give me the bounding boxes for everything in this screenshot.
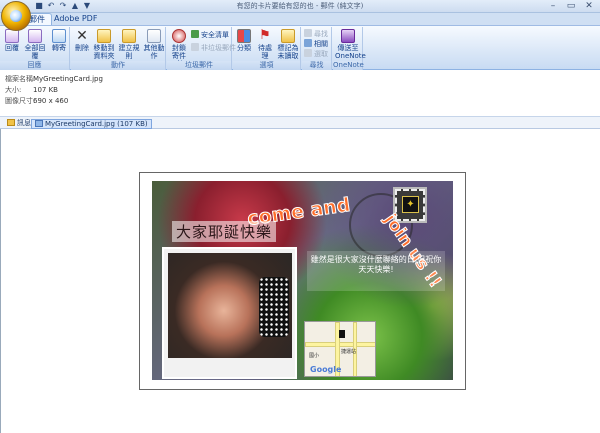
info-size: 大小: 107 KB: [5, 86, 58, 94]
find-icon: [304, 29, 312, 37]
card-message: 雖然是很大家沒什麼聯絡的日,但祝你天天快樂!: [307, 251, 445, 291]
reply-icon: [5, 29, 19, 43]
map-label: 捷運站: [341, 349, 357, 355]
create-rule-button[interactable]: 建立規則: [117, 29, 141, 60]
forward-icon: [52, 29, 66, 43]
follow-up-button[interactable]: ⚑ 待處理: [255, 28, 275, 61]
office-logo-icon: [10, 10, 22, 22]
move-to-folder-button[interactable]: 移動到 資料夾: [93, 29, 115, 60]
forward-button[interactable]: 轉寄: [50, 29, 68, 52]
image-attachment-tab[interactable]: MyGreetingCard.jpg (107 KB): [31, 119, 152, 129]
office-button[interactable]: [1, 1, 31, 31]
card-photo: [162, 247, 297, 379]
info-dimensions: 圖像尺寸:690 x 460: [5, 97, 69, 105]
message-attachment-tab[interactable]: 訊息: [4, 119, 34, 129]
categorize-icon: [237, 29, 251, 43]
envelope-small-icon: [7, 119, 15, 126]
group-options: 分類 ⚑ 待處理 標記為 未讀取 選項: [233, 27, 301, 70]
polka-dot-sleeve: [259, 277, 289, 337]
image-file-icon: [35, 120, 43, 127]
delete-x-icon: ✕: [76, 28, 88, 44]
group-onenote: 傳送至 OneNote OneNote: [333, 27, 366, 70]
safe-list-button[interactable]: 安全清單: [191, 30, 229, 40]
group-label-junk: 垃圾郵件: [167, 61, 231, 70]
group-respond: 回覆 全部回覆 轉寄 回應: [0, 27, 70, 70]
card-map: 捷運站 國小 Google: [304, 321, 376, 377]
image-frame: ✦ come and join us !! 大家耶誕快樂 雖然是很大家沒什麼聯絡…: [139, 172, 466, 390]
block-sender-icon: [172, 29, 186, 43]
info-filename: 檔案名稱:MyGreetingCard.jpg: [5, 75, 103, 83]
group-find: 尋找 相關 選取 尋找: [302, 27, 332, 70]
map-pin-icon: [339, 330, 345, 338]
safe-list-icon: [191, 30, 199, 38]
maximize-button[interactable]: ▭: [562, 0, 580, 12]
flag-icon: ⚑: [259, 28, 271, 43]
group-label-onenote: OneNote: [333, 61, 364, 70]
select-icon: [304, 49, 312, 57]
ribbon: 回覆 全部回覆 轉寄 回應 ✕ 刪除 移動到 資料夾 建立規則 其他動作 動作 …: [0, 25, 600, 70]
greeting-card-image: ✦ come and join us !! 大家耶誕快樂 雖然是很大家沒什麼聯絡…: [152, 181, 453, 380]
title-bar: ■ ↶ ↷ ▲ ▼ 有您的卡片要給有您的也 - 郵件 (純文字) – ▭ ✕: [0, 0, 600, 13]
group-label-actions: 動作: [71, 61, 165, 70]
card-title: 大家耶誕快樂: [172, 221, 277, 242]
rule-icon: [122, 29, 136, 43]
group-label-options: 選項: [233, 61, 300, 70]
document-icon: [147, 29, 161, 43]
tab-adobe-pdf[interactable]: Adobe PDF: [48, 13, 103, 25]
attachment-bar: 訊息 MyGreetingCard.jpg (107 KB): [0, 116, 600, 129]
folder-move-icon: [97, 29, 111, 43]
categorize-button[interactable]: 分類: [235, 29, 253, 52]
select-button[interactable]: 選取: [304, 49, 328, 59]
ribbon-tabs: 郵件 Adobe PDF: [0, 13, 600, 25]
group-junk: 封鎖 寄件者 安全清單 非垃圾郵件 垃圾郵件: [167, 27, 236, 70]
related-icon: [304, 39, 312, 47]
window-title: 有您的卡片要給有您的也 - 郵件 (純文字): [236, 2, 364, 10]
reply-all-button[interactable]: 全部回覆: [22, 29, 48, 60]
reply-button[interactable]: 回覆: [3, 29, 21, 52]
group-label-find: 尋找: [302, 61, 331, 70]
map-road: [305, 342, 375, 347]
window-controls: – ▭ ✕: [544, 0, 598, 12]
close-button[interactable]: ✕: [580, 0, 598, 12]
not-junk-icon: [191, 43, 199, 51]
google-logo: Google: [310, 365, 342, 374]
related-button[interactable]: 相關: [304, 39, 328, 49]
delete-button[interactable]: ✕ 刪除: [73, 29, 91, 52]
group-label-respond: 回應: [0, 61, 69, 70]
group-actions: ✕ 刪除 移動到 資料夾 建立規則 其他動作 動作: [71, 27, 166, 70]
mark-unread-button[interactable]: 標記為 未讀取: [277, 29, 299, 60]
envelope-icon: [281, 29, 295, 43]
other-actions-button[interactable]: 其他動作: [142, 29, 166, 60]
not-junk-button[interactable]: 非垃圾郵件: [191, 43, 236, 53]
reply-all-icon: [28, 29, 42, 43]
star-icon: ✦: [402, 196, 419, 213]
map-label: 國小: [309, 353, 320, 359]
onenote-icon: [341, 29, 355, 43]
minimize-button[interactable]: –: [544, 0, 562, 12]
find-button[interactable]: 尋找: [304, 29, 328, 39]
attachment-preview: ✦ come and join us !! 大家耶誕快樂 雖然是很大家沒什麼聯絡…: [0, 129, 600, 433]
attachment-info: 檔案名稱:MyGreetingCard.jpg 大小: 107 KB 圖像尺寸:6…: [0, 71, 600, 115]
send-to-onenote-button[interactable]: 傳送至 OneNote: [335, 29, 366, 60]
